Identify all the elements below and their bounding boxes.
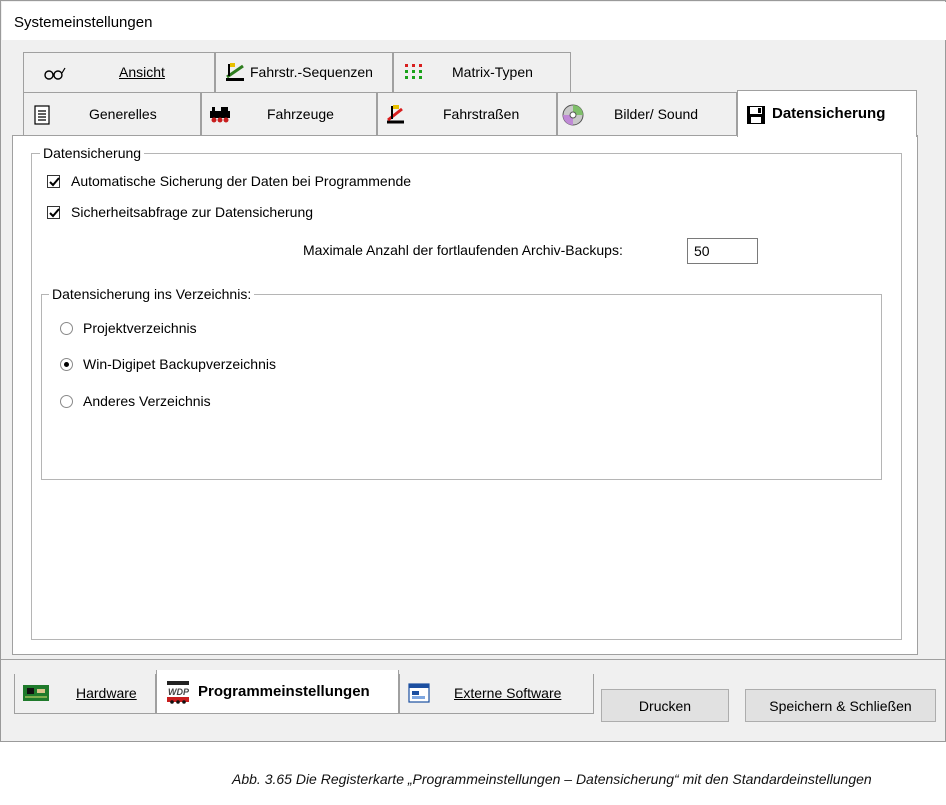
- datensicherung-group-label: Datensicherung: [40, 145, 145, 161]
- wdp-logo-icon: WDP: [167, 681, 190, 704]
- radio-anderes-verzeichnis[interactable]: [60, 395, 73, 408]
- bottom-divider: [1, 659, 945, 660]
- confirm-backup-checkbox[interactable]: [47, 206, 60, 219]
- tab-fahrstr-sequenzen[interactable]: Fahrstr.-Sequenzen: [215, 52, 393, 92]
- tab-hardware-label: Hardware: [76, 685, 137, 701]
- tab-externe-software[interactable]: Externe Software: [399, 674, 594, 714]
- save-close-button[interactable]: Speichern & Schließen: [745, 689, 936, 722]
- figure-caption: Abb. 3.65 Die Registerkarte „Programmein…: [232, 771, 872, 787]
- tab-fahrstrassen-label: Fahrstraßen: [443, 106, 520, 122]
- route-icon: [387, 105, 404, 124]
- route-sequence-icon: [226, 63, 244, 81]
- confirm-backup-label[interactable]: Sicherheitsabfrage zur Datensicherung: [71, 204, 313, 220]
- max-backups-label: Maximale Anzahl der fortlaufenden Archiv…: [303, 242, 623, 258]
- auto-backup-label[interactable]: Automatische Sicherung der Daten bei Pro…: [71, 173, 411, 189]
- window-app-icon: [408, 683, 430, 703]
- tab-fahrzeuge-label: Fahrzeuge: [267, 106, 334, 122]
- check-icon: [49, 177, 60, 187]
- tab-bilder-sound[interactable]: Bilder/ Sound: [557, 92, 737, 136]
- tab-fahrzeuge[interactable]: Fahrzeuge: [201, 92, 377, 136]
- tab-matrix-typen-label: Matrix-Typen: [452, 64, 533, 80]
- tab-generelles-label: Generelles: [89, 106, 157, 122]
- tab-programmeinstellungen[interactable]: WDP Programmeinstellungen: [156, 670, 399, 714]
- tab-fahrstr-sequenzen-label: Fahrstr.-Sequenzen: [250, 64, 373, 80]
- max-backups-input[interactable]: [687, 238, 758, 264]
- radio-anderes-verzeichnis-label[interactable]: Anderes Verzeichnis: [83, 393, 211, 409]
- tab-bilder-sound-label: Bilder/ Sound: [614, 106, 699, 122]
- tab-datensicherung[interactable]: Datensicherung: [737, 90, 917, 137]
- tab-ansicht[interactable]: Ansicht: [23, 52, 215, 92]
- tab-programmeinstellungen-label: Programmeinstellungen: [198, 683, 370, 700]
- radio-backupverzeichnis-label[interactable]: Win-Digipet Backupverzeichnis: [83, 356, 276, 372]
- locomotive-icon: [210, 107, 230, 123]
- check-icon: [49, 208, 60, 218]
- tab-externe-software-label: Externe Software: [454, 685, 562, 701]
- radio-selected-dot: [64, 362, 69, 367]
- tab-datensicherung-label: Datensicherung: [772, 105, 886, 122]
- window-title: Systemeinstellungen: [14, 14, 153, 31]
- cd-icon: [562, 104, 584, 126]
- print-button[interactable]: Drucken: [601, 689, 729, 722]
- auto-backup-checkbox[interactable]: [47, 175, 60, 188]
- matrix-grid-icon: [405, 64, 422, 79]
- circuit-board-icon: [23, 685, 49, 701]
- tab-ansicht-label: Ansicht: [119, 64, 165, 80]
- directory-group-label: Datensicherung ins Verzeichnis:: [49, 286, 255, 302]
- glasses-icon: [44, 67, 66, 80]
- title-bar: Systemeinstellungen: [2, 2, 946, 40]
- document-icon: [34, 105, 50, 125]
- tab-generelles[interactable]: Generelles: [23, 92, 201, 136]
- svg-text:WDP: WDP: [168, 687, 190, 697]
- tab-hardware[interactable]: Hardware: [14, 674, 156, 714]
- radio-projektverzeichnis[interactable]: [60, 322, 73, 335]
- tab-fahrstrassen[interactable]: Fahrstraßen: [377, 92, 557, 136]
- radio-projektverzeichnis-label[interactable]: Projektverzeichnis: [83, 320, 197, 336]
- radio-backupverzeichnis[interactable]: [60, 358, 73, 371]
- tab-matrix-typen[interactable]: Matrix-Typen: [393, 52, 571, 92]
- floppy-disk-icon: [747, 106, 765, 124]
